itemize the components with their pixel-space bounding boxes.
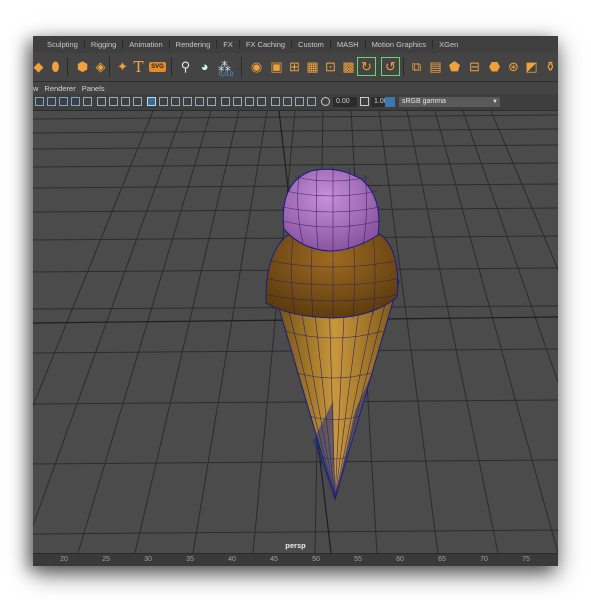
shelf-tab-bar: Sculpting Rigging Animation Rendering FX… [33, 36, 558, 54]
exposure-icon[interactable] [321, 97, 330, 106]
square-grid-icon[interactable]: ▩ [339, 57, 358, 76]
depth-of-field-icon[interactable] [257, 97, 266, 106]
ice-cream-cone [265, 166, 400, 501]
color-management-icon[interactable] [385, 97, 395, 107]
tab-animation[interactable]: Animation [123, 40, 168, 49]
textured-icon[interactable] [183, 97, 192, 106]
smooth-shade-icon[interactable] [159, 97, 168, 106]
mirror-cube-icon[interactable]: ▣ [267, 57, 286, 76]
tripod-icon[interactable]: ⚲ [176, 57, 195, 76]
wireframe-on-shaded-icon[interactable] [171, 97, 180, 106]
frame-tick: 55 [354, 556, 362, 563]
film-gate-icon[interactable] [97, 97, 106, 106]
cube-split-icon[interactable]: ⊞ [285, 57, 304, 76]
frame-tick: 25 [102, 556, 110, 563]
maya-window: Sculpting Rigging Animation Rendering FX… [33, 36, 558, 566]
panel-menu-bar: w Renderer Panels [33, 82, 558, 94]
svg-label: SVG [149, 61, 166, 72]
xray-icon[interactable] [283, 97, 292, 106]
panel-toolbar: 0.00 1.00 sRGB gamma ▼ [33, 94, 558, 111]
tab-mash[interactable]: MASH [331, 40, 365, 49]
viewport-scene [33, 110, 558, 554]
tab-motion-graphics[interactable]: Motion Graphics [366, 40, 433, 49]
antialias-icon[interactable] [245, 97, 254, 106]
text-T-icon[interactable]: T [129, 57, 148, 76]
ambient-occlusion-icon[interactable] [221, 97, 230, 106]
text-T-label: T [133, 57, 144, 76]
frame-tick: 70 [480, 556, 488, 563]
xray-joints-icon[interactable] [295, 97, 304, 106]
multi-cube-icon[interactable]: ⧉ [407, 57, 426, 76]
perspective-viewport[interactable] [33, 110, 558, 554]
tab-fx[interactable]: FX [217, 40, 239, 49]
bowling-icon[interactable]: ⚱ [541, 57, 558, 76]
sphere-x-icon[interactable]: ◕ [195, 57, 214, 76]
xray-components-icon[interactable] [307, 97, 316, 106]
shadows-icon[interactable] [207, 97, 216, 106]
wireframe-icon[interactable] [147, 97, 156, 106]
shelf-numbers: 0,0,0 [219, 71, 234, 78]
target-icon[interactable]: ⊡ [321, 57, 340, 76]
camera-label: persp [285, 541, 306, 550]
gate-icon[interactable] [71, 97, 80, 106]
safe-area-icon[interactable] [121, 97, 130, 106]
cube-rotate-icon[interactable]: ↻ [357, 57, 376, 76]
frame-tick: 75 [522, 556, 530, 563]
cube-stack-icon[interactable]: ⊟ [465, 57, 484, 76]
shelf-toolbar: ◆ ⬮ ⬢ ◈ ✦ T SVG ⚲ ◕ ⁂ 0,0,0 ◉ ▣ ⊞ ▦ ⊡ ▩ … [33, 53, 558, 82]
slice-cube-icon[interactable]: ⊛ [504, 57, 523, 76]
frame-tick: 45 [270, 556, 278, 563]
field-chart-icon[interactable] [133, 97, 142, 106]
badge-icon[interactable]: ⬢ [73, 57, 92, 76]
motion-blur-icon[interactable] [233, 97, 242, 106]
time-slider[interactable]: 20 25 30 35 40 45 50 55 60 65 70 75 [33, 553, 558, 566]
cube-grid-icon[interactable]: ▦ [303, 57, 322, 76]
view-transform-value: sRGB gamma [402, 98, 446, 105]
view-transform-select[interactable]: sRGB gamma ▼ [399, 97, 500, 107]
isolate-icon[interactable] [271, 97, 280, 106]
tiles-icon[interactable]: ◩ [522, 57, 541, 76]
frame-tick: 35 [186, 556, 194, 563]
tab-rendering[interactable]: Rendering [170, 40, 217, 49]
frame-tick: 65 [438, 556, 446, 563]
frame-tick: 30 [144, 556, 152, 563]
scale-pill-icon[interactable]: ◈ [91, 57, 110, 76]
lights-icon[interactable] [195, 97, 204, 106]
image-plane-icon[interactable] [59, 97, 68, 106]
box-icon[interactable]: ▤ [426, 57, 445, 76]
cube-rotate-alt-icon[interactable]: ↺ [381, 57, 400, 76]
tab-rigging[interactable]: Rigging [85, 40, 122, 49]
bookmark-icon[interactable] [47, 97, 56, 106]
tab-xgen[interactable]: XGen [433, 40, 464, 49]
menu-renderer[interactable]: Renderer [44, 84, 75, 93]
tab-sculpting[interactable]: Sculpting [41, 40, 84, 49]
frame-tick: 40 [228, 556, 236, 563]
camera-attr-icon[interactable] [35, 97, 44, 106]
fracture-icon[interactable]: ⬟ [445, 57, 464, 76]
cube-spin-icon[interactable]: ⬣ [485, 57, 504, 76]
tab-fx-caching[interactable]: FX Caching [240, 40, 291, 49]
cube-bevel-icon[interactable]: ◉ [247, 57, 266, 76]
svg-icon[interactable]: SVG [148, 57, 167, 76]
menu-view[interactable]: w [33, 84, 38, 93]
exposure-field[interactable]: 0.00 [333, 97, 357, 107]
resolution-gate-icon[interactable] [109, 97, 118, 106]
menu-panels[interactable]: Panels [82, 84, 105, 93]
chevron-down-icon: ▼ [492, 99, 498, 105]
tab-custom[interactable]: Custom [292, 40, 330, 49]
gamma-icon[interactable] [360, 97, 369, 106]
frame-tick: 20 [60, 556, 68, 563]
grid-toggle-icon[interactable] [83, 97, 92, 106]
frame-tick: 50 [312, 556, 320, 563]
pill-icon[interactable]: ⬮ [46, 57, 65, 76]
frame-tick: 60 [396, 556, 404, 563]
